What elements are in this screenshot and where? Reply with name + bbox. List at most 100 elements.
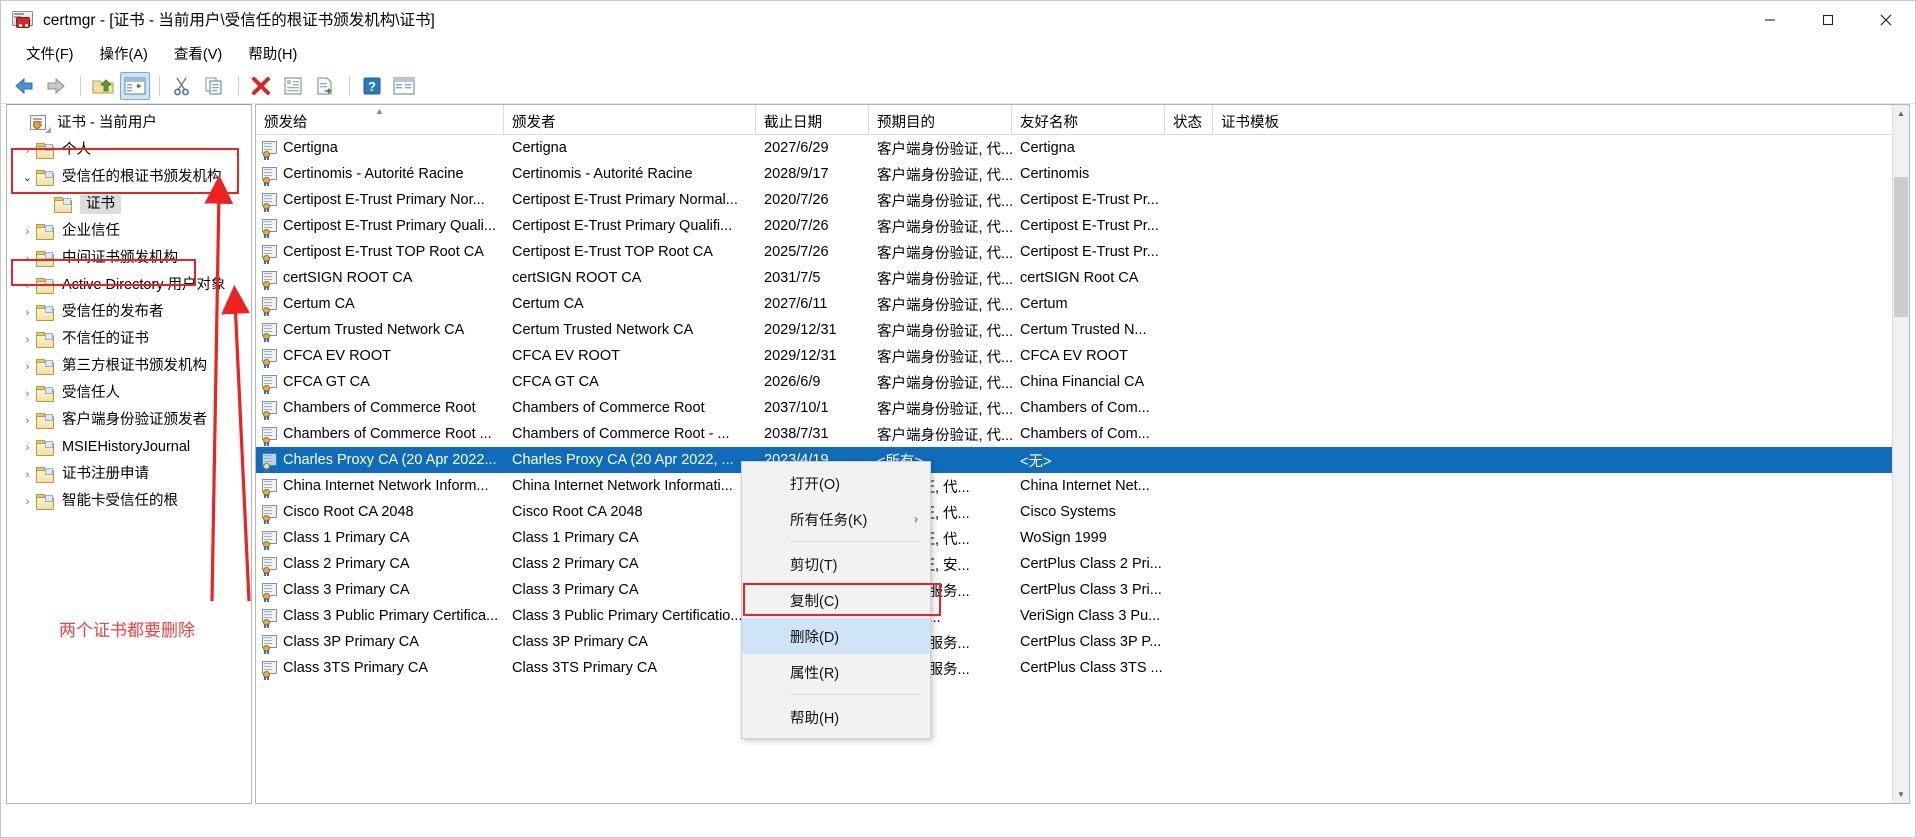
up-folder-icon[interactable]: [88, 72, 118, 100]
table-row[interactable]: CFCA GT CA CFCA GT CA 2026/6/9 客户端身份验证, 代..…: [256, 369, 1909, 395]
table-row[interactable]: Class 3 Primary CAClass 3 Primary CA子邮件,…: [256, 577, 1909, 603]
cell-issued-by: Charles Proxy CA (20 Apr 2022, ...: [512, 452, 734, 468]
menu-action[interactable]: 操作(A): [87, 39, 161, 68]
sidebar-item-enterprise-trust[interactable]: › 企业信任: [7, 218, 251, 245]
close-button[interactable]: [1857, 1, 1915, 38]
column-header-certificate-template[interactable]: 证书模板: [1213, 105, 1333, 134]
table-row[interactable]: Class 3TS Primary CA Class 3TS Primary CA…: [256, 655, 1909, 681]
chevron-right-icon[interactable]: ›: [19, 304, 36, 321]
sidebar-item-certificate-enrollment-requests[interactable]: › 证书注册申请: [7, 461, 251, 488]
column-header-label: 友好名称: [1020, 115, 1078, 131]
chevron-right-icon[interactable]: ›: [19, 277, 36, 294]
table-row[interactable]: Certum Trusted Network CA Certum Trusted …: [256, 317, 1909, 343]
table-row[interactable]: Class 3 Public Primary Certifica... Class…: [256, 603, 1909, 629]
table-row[interactable]: Class 3P Primary CAClass 3P Primary CA子邮…: [256, 629, 1909, 655]
chevron-right-icon[interactable]: ›: [19, 358, 36, 375]
menu-file[interactable]: 文件(F): [13, 39, 87, 68]
chevron-right-icon[interactable]: ›: [19, 250, 36, 267]
table-row[interactable]: Chambers of Commerce Root ... Chambers of…: [256, 421, 1909, 447]
back-icon[interactable]: [9, 72, 39, 100]
ctx-copy[interactable]: 复制(C): [742, 582, 930, 618]
tree-root-certificates-current-user[interactable]: › 证书 - 当前用户: [7, 110, 251, 137]
chevron-right-icon[interactable]: ›: [19, 493, 36, 510]
chevron-right-icon[interactable]: ›: [19, 385, 36, 402]
cell-issued-to: Certum Trusted Network CA: [283, 322, 465, 338]
minimize-button[interactable]: [1741, 1, 1799, 38]
cell-issued-by: Class 2 Primary CA: [512, 556, 639, 572]
table-row[interactable]: China Internet Network Inform... China In…: [256, 473, 1909, 499]
table-row[interactable]: Certipost E-Trust TOP Root CA Certipost E…: [256, 239, 1909, 265]
table-row[interactable]: Certinomis - Autorité Racine Certinomis -…: [256, 161, 1909, 187]
table-row[interactable]: Certum CA Certum CA 2027/6/11 客户端身份验证, 代...…: [256, 291, 1909, 317]
scrollbar-thumb[interactable]: [1894, 177, 1908, 317]
table-row[interactable]: CFCA EV ROOT CFCA EV ROOT 2029/12/31 客户端身份验…: [256, 343, 1909, 369]
sidebar-item-third-party-root-ca[interactable]: › 第三方根证书颁发机构: [7, 353, 251, 380]
table-row[interactable]: Class 1 Primary CAClass 1 Primary CA身份验证…: [256, 525, 1909, 551]
maximize-button[interactable]: [1799, 1, 1857, 38]
certificate-icon: [262, 296, 279, 316]
column-header-friendly-name[interactable]: 友好名称: [1012, 105, 1165, 134]
cell-friendly-name: CertPlus Class 3P P...: [1020, 634, 1162, 650]
tree-item-label: 不信任的证书: [62, 331, 149, 348]
sidebar-item-intermediate-ca[interactable]: › 中间证书颁发机构: [7, 245, 251, 272]
menu-view[interactable]: 查看(V): [161, 39, 235, 68]
cell-friendly-name: CertPlus Class 3TS ...: [1020, 660, 1163, 676]
ctx-delete[interactable]: 删除(D): [742, 618, 930, 654]
sidebar-item-client-auth-issuers[interactable]: › 客户端身份验证颁发者: [7, 407, 251, 434]
chevron-right-icon[interactable]: ›: [19, 331, 36, 348]
list-vertical-scrollbar[interactable]: ▲ ▼: [1892, 105, 1909, 803]
table-row[interactable]: Cisco Root CA 2048Cisco Root CA 2048身份验证…: [256, 499, 1909, 525]
export-icon[interactable]: [310, 72, 340, 100]
chevron-right-icon[interactable]: ›: [19, 466, 36, 483]
scroll-up-arrow-icon[interactable]: ▲: [1893, 105, 1909, 122]
chevron-right-icon[interactable]: ›: [19, 142, 36, 159]
table-row[interactable]: Charles Proxy CA (20 Apr 2022... Charles …: [256, 447, 1909, 473]
ctx-open[interactable]: 打开(O): [742, 465, 930, 501]
delete-icon[interactable]: [246, 72, 276, 100]
sidebar-item-certificates[interactable]: 证书: [7, 191, 251, 218]
column-header-label: 预期目的: [877, 115, 935, 131]
table-row[interactable]: Certipost E-Trust Primary Quali... Certip…: [256, 213, 1909, 239]
chevron-down-icon[interactable]: ⌄: [19, 169, 36, 186]
sidebar-item-msie-history-journal[interactable]: › MSIEHistoryJournal: [7, 434, 251, 461]
ctx-all-tasks[interactable]: 所有任务(K) ›: [742, 501, 930, 537]
column-header-issued-by[interactable]: 颁发者: [504, 105, 756, 134]
cell-issued-by: Chambers of Commerce Root: [512, 400, 705, 416]
view-icon[interactable]: [389, 72, 419, 100]
cell-purpose: 客户端身份验证, 代...: [877, 323, 1012, 340]
table-row[interactable]: Class 2 Primary CAClass 2 Primary CA身份验证…: [256, 551, 1909, 577]
ctx-cut[interactable]: 剪切(T): [742, 546, 930, 582]
properties-icon[interactable]: [278, 72, 308, 100]
table-row[interactable]: Certipost E-Trust Primary Nor... Certipos…: [256, 187, 1909, 213]
sidebar-item-active-directory-user-object[interactable]: › Active Directory 用户对象: [7, 272, 251, 299]
copy-icon[interactable]: [199, 72, 229, 100]
scroll-down-arrow-icon[interactable]: ▼: [1893, 786, 1909, 803]
forward-icon[interactable]: [41, 72, 71, 100]
table-row[interactable]: certSIGN ROOT CA certSIGN ROOT CA 2031/7/5…: [256, 265, 1909, 291]
cell-friendly-name: Certipost E-Trust Pr...: [1020, 244, 1159, 260]
column-header-issued-to[interactable]: ▲ 颁发给: [256, 105, 504, 134]
menu-help[interactable]: 帮助(H): [235, 39, 310, 68]
sidebar-item-trusted-people[interactable]: › 受信任人: [7, 380, 251, 407]
chevron-right-icon[interactable]: ›: [19, 439, 36, 456]
folder-icon: [36, 466, 55, 483]
sidebar-item-trusted-root-ca[interactable]: ⌄ 受信任的根证书颁发机构: [7, 164, 251, 191]
chevron-right-icon[interactable]: ›: [19, 223, 36, 240]
sidebar-item-trusted-publishers[interactable]: › 受信任的发布者: [7, 299, 251, 326]
sidebar-item-untrusted-certificates[interactable]: › 不信任的证书: [7, 326, 251, 353]
sidebar-item-smart-card-trusted-roots[interactable]: › 智能卡受信任的根: [7, 488, 251, 515]
ctx-properties[interactable]: 属性(R): [742, 654, 930, 690]
column-header-status[interactable]: 状态: [1165, 105, 1213, 134]
cut-icon[interactable]: [167, 72, 197, 100]
ctx-help[interactable]: 帮助(H): [742, 699, 930, 735]
column-header-expiry-date[interactable]: 截止日期: [756, 105, 869, 134]
table-row[interactable]: Chambers of Commerce Root Chambers of Com…: [256, 395, 1909, 421]
sidebar-item-personal[interactable]: › 个人: [7, 137, 251, 164]
cell-issued-to: Certigna: [283, 140, 338, 156]
table-row[interactable]: Certigna Certigna 2027/6/29 客户端身份验证, 代... Ce…: [256, 135, 1909, 161]
show-hide-tree-icon[interactable]: [120, 72, 150, 100]
cell-purpose: 客户端身份验证, 代...: [877, 167, 1012, 184]
help-icon[interactable]: ?: [357, 72, 387, 100]
column-header-intended-purpose[interactable]: 预期目的: [869, 105, 1012, 134]
chevron-right-icon[interactable]: ›: [19, 412, 36, 429]
